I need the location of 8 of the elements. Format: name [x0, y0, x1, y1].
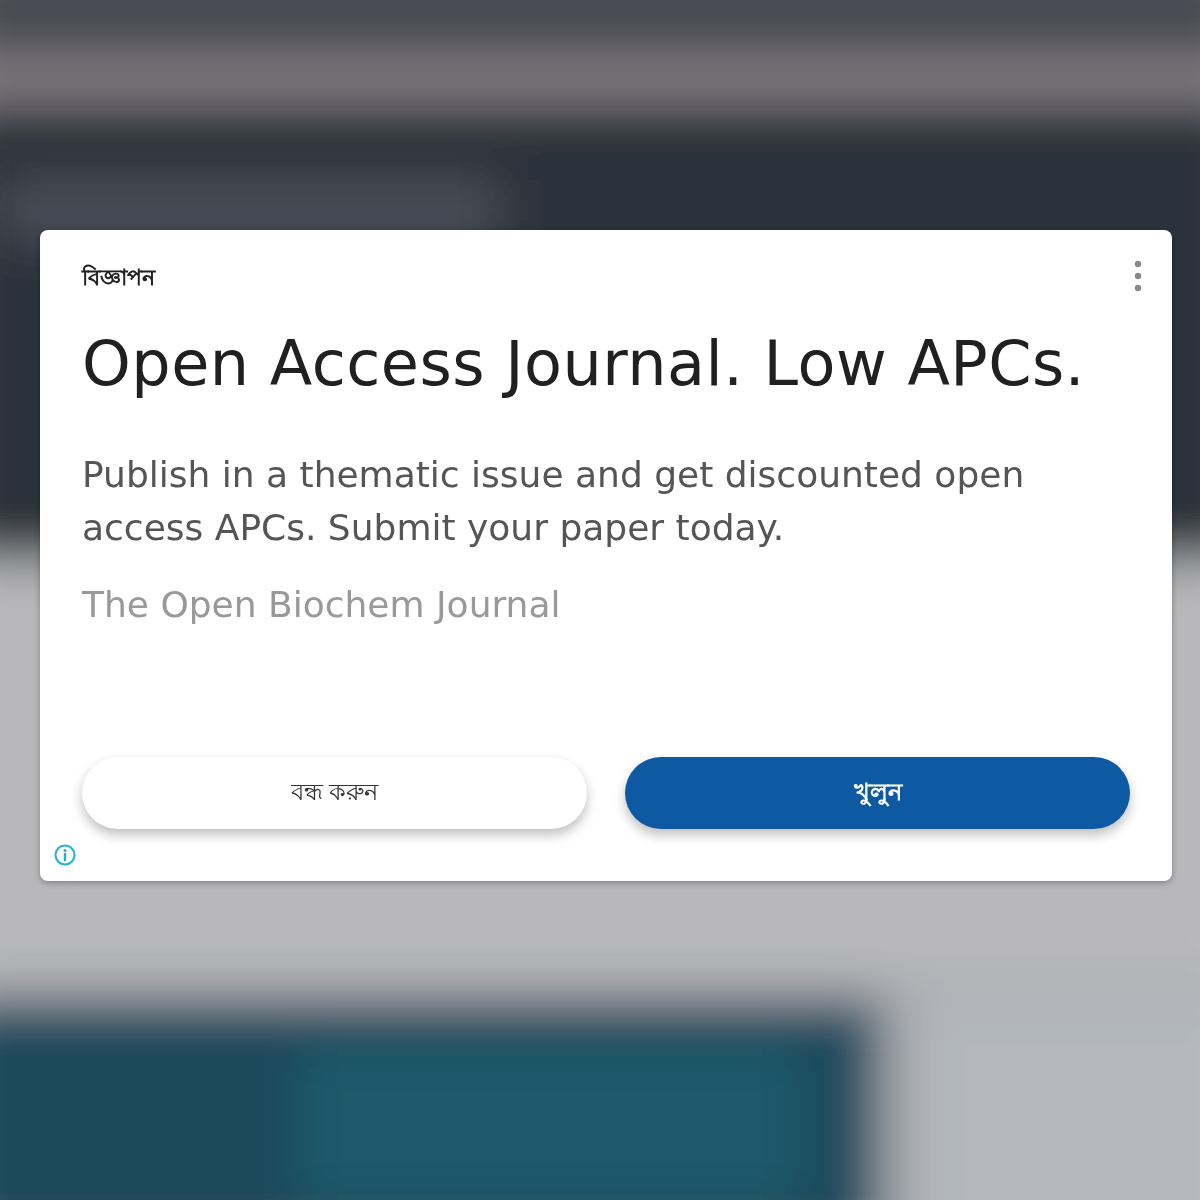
info-icon[interactable]: [54, 844, 76, 866]
more-options-icon[interactable]: [1134, 260, 1142, 292]
open-button[interactable]: খুলুন: [625, 757, 1130, 829]
ad-body: Publish in a thematic issue and get discounted open access APCs. Submit your paper today.: [82, 453, 1026, 550]
ad-headline: Open Access Journal. Low APCs.: [82, 327, 1086, 400]
close-button[interactable]: বন্ধ করুন: [82, 757, 587, 829]
advertiser-name: The Open Biochem Journal: [82, 584, 562, 625]
ad-label: বিজ্ঞাপন: [82, 263, 155, 292]
